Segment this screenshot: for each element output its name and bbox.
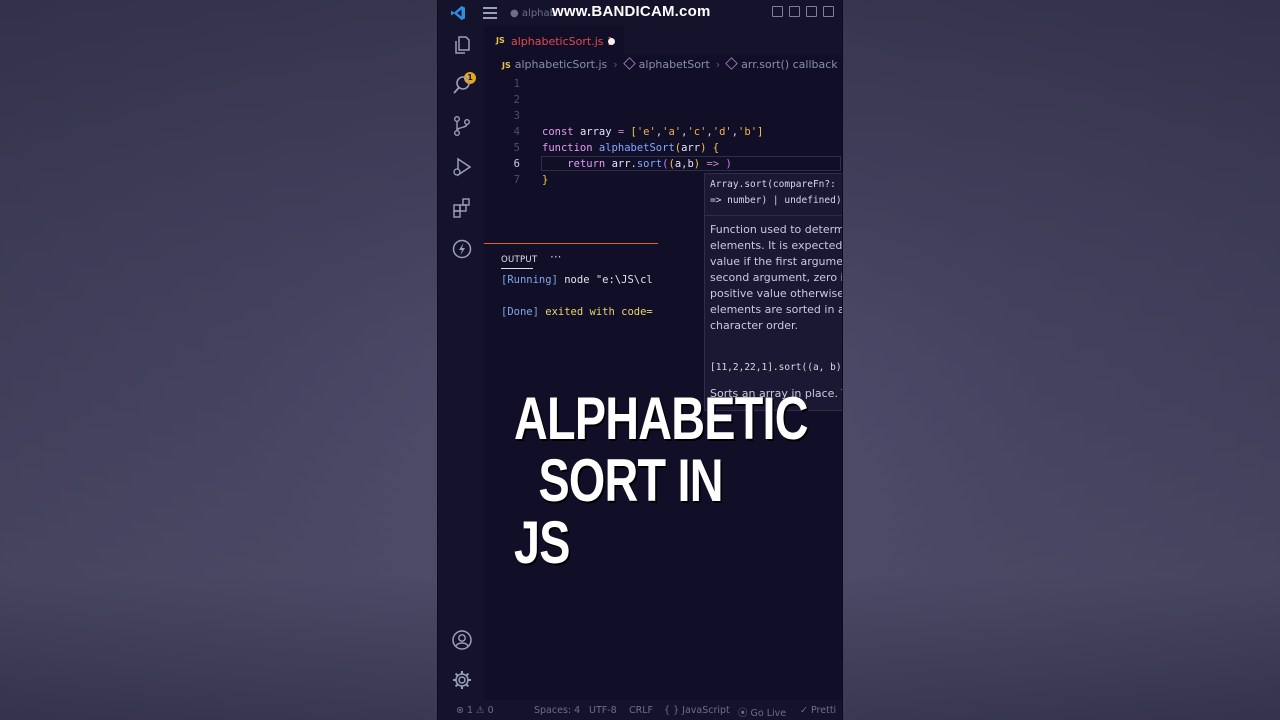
eol-status[interactable]: CRLF	[629, 705, 653, 716]
account-icon[interactable]	[451, 629, 473, 651]
explorer-icon[interactable]	[451, 34, 473, 56]
line-number: 2	[513, 94, 520, 106]
title-bar: ● alphab www.BANDICAM.com	[438, 0, 842, 26]
editor-area: JS alphabeticSort.js 1 JS alphabeticSort.…	[484, 26, 842, 700]
line-number: 7	[513, 174, 520, 186]
window-title: ● alphab	[510, 8, 556, 19]
tab-output[interactable]: OUTPUT	[501, 255, 537, 265]
active-tab-underline	[501, 268, 533, 269]
background-left	[0, 0, 440, 720]
breadcrumb-file[interactable]: alphabeticSort.js	[515, 58, 608, 71]
problems-indicator[interactable]: ⊗ 1 ⚠ 0	[456, 705, 494, 716]
language-mode[interactable]: { } JavaScript	[664, 705, 730, 716]
tab-alphabeticsort[interactable]: JS alphabeticSort.js 1	[484, 26, 624, 55]
background-right	[840, 0, 1280, 720]
more-actions-icon[interactable]: ···	[550, 250, 561, 264]
search-icon[interactable]	[451, 74, 473, 96]
code-example: [11,2,22,1].sort((a, b) =>	[710, 362, 842, 373]
js-file-icon: JS	[502, 61, 511, 70]
layout-controls	[772, 6, 834, 17]
output-line: [Done] exited with code=	[501, 306, 653, 318]
code-text: }	[542, 174, 549, 186]
extensions-icon[interactable]	[451, 197, 473, 219]
source-control-icon[interactable]	[451, 115, 473, 137]
breadcrumb: JS alphabeticSort.js › alphabetSort › arr.sor…	[502, 57, 838, 71]
tab-label: alphabeticSort.js 1	[511, 35, 614, 48]
hover-tooltip: Array.sort(compareFn?: ((a: => number) |…	[704, 173, 842, 411]
line-number: 6	[513, 158, 520, 170]
breadcrumb-function[interactable]: alphabetSort	[639, 58, 710, 71]
live-server-icon[interactable]	[451, 238, 473, 260]
breadcrumb-callback[interactable]: arr.sort() callback	[741, 58, 838, 71]
run-debug-icon[interactable]	[451, 156, 473, 178]
watermark: www.BANDICAM.com	[552, 3, 711, 20]
code-line-active: 6 return arr.sort((a,b) => )	[484, 156, 842, 172]
chevron-right-icon: ›	[613, 58, 618, 71]
function-symbol-icon	[622, 57, 636, 70]
function-symbol-icon	[725, 57, 738, 70]
line-number: 3	[513, 110, 520, 122]
indentation-status[interactable]: Spaces: 4	[534, 705, 580, 716]
line-number: 4	[513, 126, 520, 138]
customize-layout-icon[interactable]	[823, 6, 834, 17]
line-number: 5	[513, 142, 520, 154]
activity-bar: 1	[438, 26, 484, 700]
toggle-sidebar-icon[interactable]	[772, 6, 783, 17]
output-line: [Running] node "e:\JS\cl	[501, 274, 653, 286]
encoding-status[interactable]: UTF-8	[589, 705, 617, 716]
signature: Array.sort(compareFn?: ((a: => number) |…	[710, 179, 842, 206]
go-live-button[interactable]: ⦿ Go Live	[738, 705, 786, 719]
code-text: function alphabetSort(arr) {	[542, 142, 720, 154]
menu-icon[interactable]	[483, 7, 497, 19]
vscode-window: ● alphab www.BANDICAM.com 1 JS alphabeti…	[438, 0, 842, 720]
code-text: return arr.sort((a,b) => )	[567, 158, 732, 170]
toggle-panel-icon[interactable]	[789, 6, 800, 17]
settings-gear-icon[interactable]	[451, 669, 473, 691]
code-line: 1	[484, 76, 842, 92]
code-line: 2	[484, 92, 842, 108]
vscode-logo-icon	[451, 6, 465, 20]
code-line: 4 const array = ['e','a','c','d','b']	[484, 124, 842, 140]
js-file-icon: JS	[496, 36, 505, 45]
video-caption: ALPHABETIC SORT IN JS	[514, 385, 809, 576]
status-bar: ⊗ 1 ⚠ 0 Spaces: 4 UTF-8 CRLF { } JavaScr…	[438, 700, 842, 720]
code-line: 5 function alphabetSort(arr) {	[484, 140, 842, 156]
tab-bar: JS alphabeticSort.js 1	[484, 26, 842, 55]
divider	[705, 215, 842, 216]
unsaved-dot-icon[interactable]	[608, 38, 615, 45]
chevron-right-icon: ›	[715, 58, 721, 71]
prettier-status[interactable]: ✓ Pretti	[800, 705, 836, 716]
toggle-secondary-icon[interactable]	[806, 6, 817, 17]
documentation: Function used to determine the o element…	[710, 223, 842, 332]
code-line: 3	[484, 108, 842, 124]
line-number: 1	[513, 78, 520, 90]
code-text: const array = ['e','a','c','d','b']	[542, 126, 764, 138]
